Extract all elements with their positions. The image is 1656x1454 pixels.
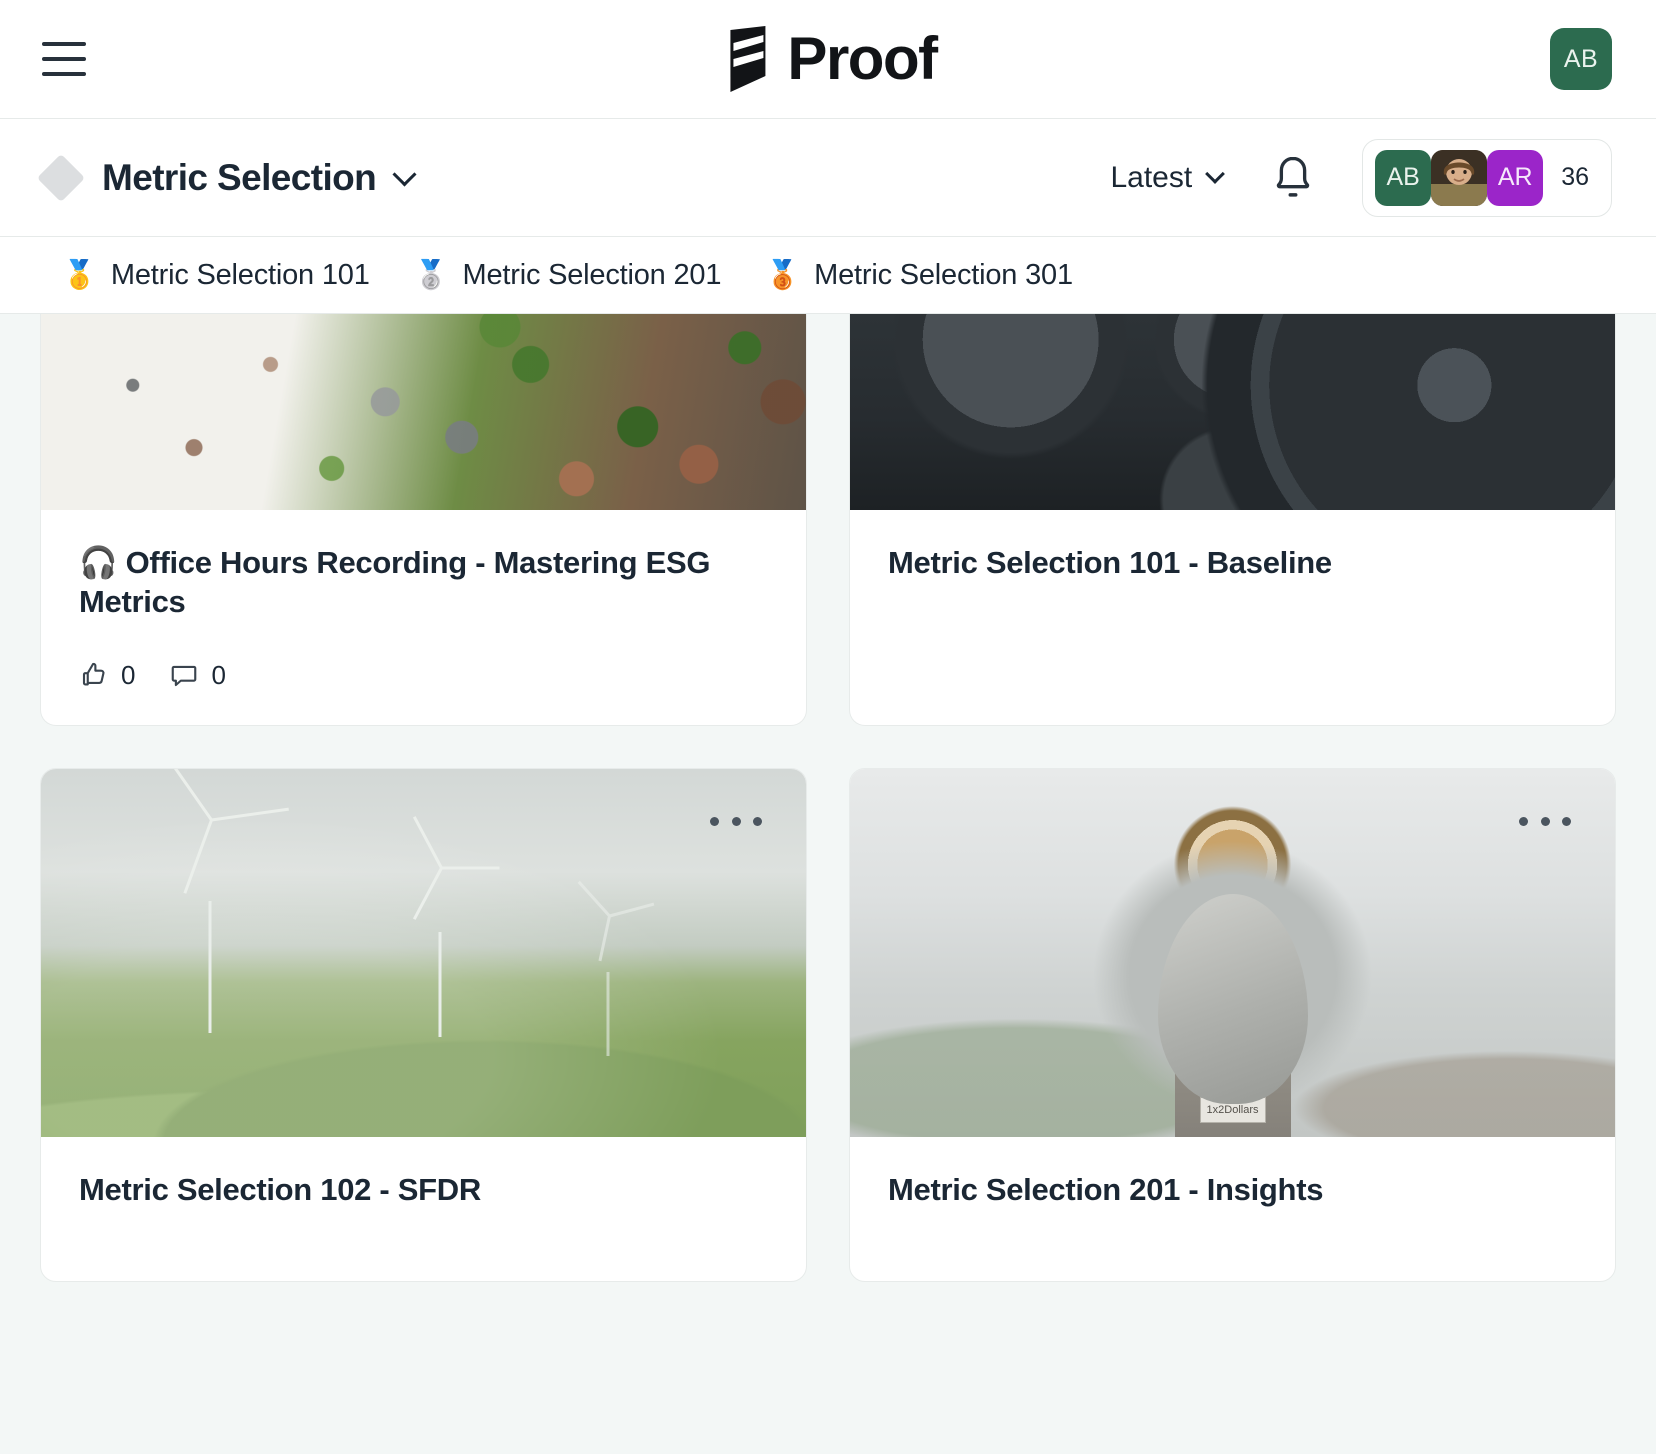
more-horizontal-icon-dot [710, 817, 719, 826]
card-office-hours-recording[interactable]: 🎧 Office Hours Recording - Mastering ESG… [40, 314, 807, 726]
turbine [577, 880, 655, 1056]
card-metric-selection-102-sfdr[interactable]: Metric Selection 102 - SFDR [40, 767, 807, 1283]
comment-count: 0 [211, 659, 226, 690]
more-horizontal-icon-dot [753, 817, 762, 826]
card-body: Metric Selection 201 - Insights [850, 1137, 1615, 1210]
silver-medal-icon: 🥈 [413, 259, 449, 290]
member-avatar-group[interactable]: AB AR 36 [1362, 138, 1612, 217]
coin-telescope-photo: 1x2Dollars [850, 768, 1615, 1137]
gold-medal-icon: 🥇 [62, 259, 97, 290]
card-body: Metric Selection 101 - Baseline [850, 510, 1615, 653]
avatar: AB [1375, 149, 1432, 206]
avatar [1431, 149, 1488, 206]
sort-label: Latest [1110, 160, 1193, 194]
more-horizontal-icon-dot [1562, 817, 1571, 826]
turbine-blade [441, 866, 500, 870]
card-image: 1x2Dollars [850, 768, 1615, 1137]
card-grid-container: 🎧 Office Hours Recording - Mastering ESG… [0, 314, 1656, 1454]
hamburger-line [42, 57, 86, 61]
card-more-menu-button[interactable] [1519, 805, 1571, 839]
turbine-mast [606, 971, 610, 1056]
section-tabs: 🥇 Metric Selection 101 🥈 Metric Selectio… [0, 237, 1656, 314]
comment-button[interactable]: 0 [169, 659, 226, 691]
tab-metric-selection-201[interactable]: 🥈 Metric Selection 201 [392, 237, 744, 313]
more-horizontal-icon-dot [1540, 817, 1550, 826]
brand-logo[interactable]: Proof [719, 25, 938, 92]
brand-name: Proof [787, 25, 938, 92]
turbine-blade [412, 867, 443, 920]
like-count: 0 [121, 659, 136, 690]
tab-metric-selection-101[interactable]: 🥇 Metric Selection 101 [40, 237, 392, 313]
turbine-mast [208, 901, 212, 1034]
avatar-initials: AR [1497, 163, 1533, 191]
turbine [412, 815, 500, 1038]
turbine-blade [577, 880, 611, 917]
avatar-initials: AB [1386, 163, 1420, 191]
hamburger-line [42, 72, 86, 76]
page-title-text: Metric Selection [102, 156, 377, 198]
avatar-photo [1431, 149, 1488, 206]
turbine-blade [412, 815, 443, 869]
user-avatar-initials: AB [1563, 44, 1599, 73]
card-actions: 0 0 [41, 622, 806, 725]
card-title: Metric Selection 201 - Insights [888, 1171, 1324, 1207]
turbine-blade [183, 819, 214, 894]
card-actions [41, 1209, 806, 1281]
card-title: Metric Selection 102 - SFDR [79, 1171, 481, 1207]
diamond-icon [36, 153, 86, 202]
card-more-menu-button[interactable] [710, 805, 762, 839]
top-bar: Proof AB [0, 0, 1656, 119]
turbine-blade [165, 768, 214, 821]
card-actions [850, 653, 1615, 725]
card-metric-selection-201-insights[interactable]: 1x2Dollars Metric Selection 201 - Insigh… [849, 767, 1616, 1283]
more-horizontal-icon-dot [1519, 817, 1528, 826]
chevron-down-icon[interactable] [392, 161, 417, 187]
proof-logo-mark-icon [730, 26, 766, 92]
comment-icon [172, 665, 197, 687]
turbine [165, 768, 290, 1034]
telescope-body [1157, 893, 1308, 1104]
tab-label: Metric Selection 101 [110, 258, 370, 291]
user-avatar[interactable]: AB [1550, 28, 1612, 90]
chevron-down-icon [1205, 164, 1226, 184]
card-image [41, 314, 806, 510]
app-root: Proof AB Metric Selection Latest AB AR 3… [0, 0, 1656, 1454]
card-image [850, 314, 1615, 510]
thumbs-up-icon [82, 662, 105, 686]
card-title: 🎧 Office Hours Recording - Mastering ESG… [79, 545, 711, 619]
card-body: 🎧 Office Hours Recording - Mastering ESG… [41, 510, 806, 622]
bell-icon[interactable] [1270, 154, 1316, 202]
card-body: Metric Selection 102 - SFDR [41, 1137, 806, 1210]
tab-label: Metric Selection 301 [814, 258, 1073, 291]
turbine-mast [438, 932, 442, 1038]
card-metric-selection-101-baseline[interactable]: Metric Selection 101 - Baseline [849, 314, 1616, 726]
turbine-blade [211, 807, 290, 822]
space-header: Metric Selection Latest AB AR 36 [0, 119, 1656, 237]
member-count: 36 [1561, 163, 1589, 191]
bronze-medal-icon: 🥉 [765, 259, 801, 290]
engine-gauges-photo [850, 314, 1615, 510]
rocks-and-moss-photo [41, 314, 806, 510]
tab-label: Metric Selection 201 [462, 258, 722, 291]
more-horizontal-icon-dot [731, 817, 741, 826]
hamburger-line [42, 42, 86, 46]
like-button[interactable]: 0 [79, 660, 135, 691]
sort-dropdown[interactable]: Latest [1110, 160, 1226, 195]
card-title: Metric Selection 101 - Baseline [888, 545, 1332, 580]
card-grid: 🎧 Office Hours Recording - Mastering ESG… [40, 314, 1616, 1283]
card-image [41, 768, 806, 1137]
wind-turbines-photo [41, 768, 806, 1137]
turbine-blade [609, 902, 655, 918]
avatar: AR [1487, 149, 1544, 206]
turbine-blade [598, 915, 612, 961]
page-title[interactable]: Metric Selection [102, 156, 417, 199]
tab-metric-selection-301[interactable]: 🥉 Metric Selection 301 [743, 237, 1095, 313]
hamburger-menu-icon[interactable] [42, 42, 86, 76]
card-actions [850, 1209, 1615, 1281]
